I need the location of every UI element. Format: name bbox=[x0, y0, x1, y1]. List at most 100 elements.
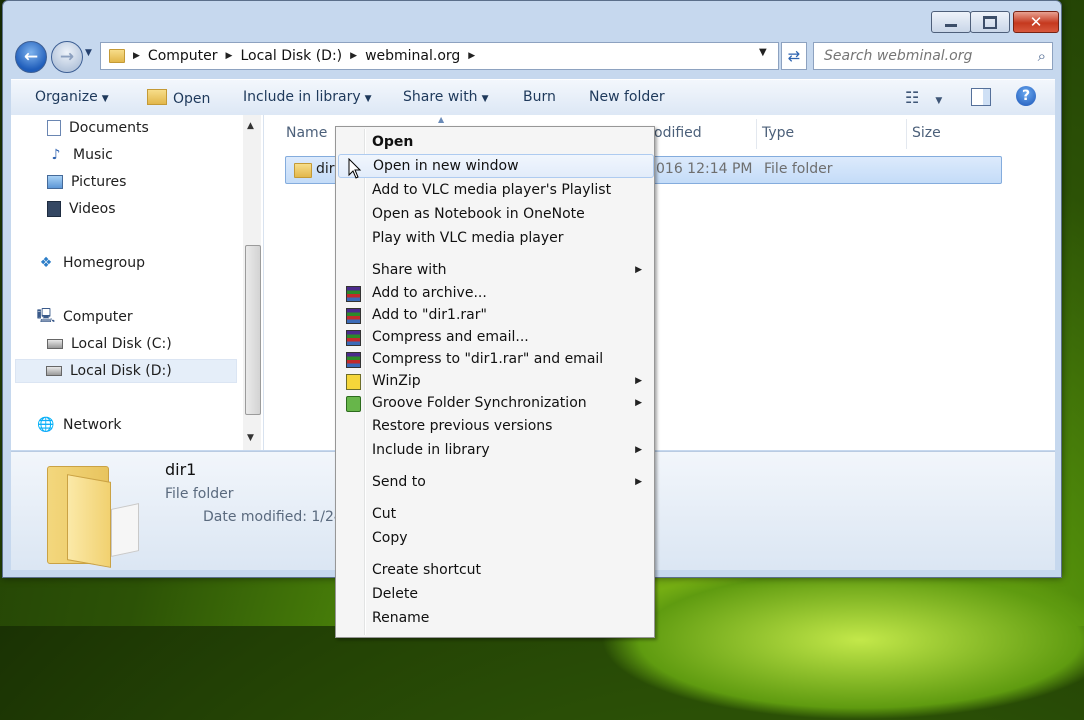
breadcrumb-webminal[interactable]: webminal.org bbox=[359, 48, 466, 64]
menu-item-winzip[interactable]: WinZip ▶ bbox=[338, 370, 652, 392]
nav-item-label: Pictures bbox=[71, 174, 127, 190]
nav-item-local-disk-c[interactable]: Local Disk (C:) bbox=[47, 336, 172, 352]
recent-pages-dropdown[interactable]: ▼ bbox=[85, 48, 92, 58]
menu-item-label: Create shortcut bbox=[372, 562, 482, 578]
breadcrumb-computer[interactable]: Computer bbox=[142, 48, 224, 64]
menu-item-add-to-archive[interactable]: Add to archive... bbox=[338, 282, 652, 304]
help-icon[interactable]: ? bbox=[1016, 86, 1036, 106]
menu-item-label: Cut bbox=[372, 506, 397, 522]
command-bar: Organize ▼ Open Include in library ▼ Share… bbox=[11, 79, 1055, 117]
column-header-size[interactable]: Size bbox=[912, 125, 941, 141]
menu-item-include-in-library[interactable]: Include in library ▶ bbox=[338, 439, 652, 461]
address-bar[interactable]: ▶ Computer ▶ Local Disk (D:) ▶ webminal.… bbox=[100, 42, 779, 70]
refresh-button[interactable]: ⇄ bbox=[781, 42, 807, 70]
submenu-arrow-icon: ▶ bbox=[635, 445, 642, 455]
nav-item-documents[interactable]: Documents bbox=[47, 120, 149, 136]
menu-item-label: Compress to "dir1.rar" and email bbox=[372, 351, 604, 367]
menu-item-label: Rename bbox=[372, 610, 430, 626]
videos-icon bbox=[47, 201, 61, 217]
nav-item-label: Music bbox=[73, 147, 113, 163]
search-box[interactable]: ⌕ bbox=[813, 42, 1053, 70]
column-divider[interactable] bbox=[756, 119, 757, 149]
maximize-button[interactable] bbox=[970, 11, 1010, 33]
menu-item-compress-to-rar-and-email[interactable]: Compress to "dir1.rar" and email bbox=[338, 348, 652, 370]
menu-item-add-to-vlc-playlist[interactable]: Add to VLC media player's Playlist bbox=[338, 179, 652, 201]
navigation-pane: Documents ♪ Music Pictures Videos ❖ Home… bbox=[11, 115, 264, 450]
new-folder-button[interactable]: New folder bbox=[589, 89, 665, 105]
menu-item-send-to[interactable]: Send to ▶ bbox=[338, 471, 652, 493]
music-icon: ♪ bbox=[51, 147, 61, 163]
nav-item-music[interactable]: ♪ Music bbox=[47, 147, 113, 163]
chevron-down-icon: ▼ bbox=[481, 94, 489, 104]
column-header-name[interactable]: Name bbox=[286, 125, 327, 141]
forward-button[interactable]: → bbox=[51, 41, 83, 73]
winzip-icon bbox=[346, 374, 361, 390]
menu-item-delete[interactable]: Delete bbox=[338, 583, 652, 605]
menu-item-open-as-onenote-notebook[interactable]: Open as Notebook in OneNote bbox=[338, 203, 652, 225]
nav-item-label: Computer bbox=[63, 309, 133, 325]
nav-item-label: Local Disk (D:) bbox=[70, 363, 172, 379]
winrar-icon bbox=[346, 308, 361, 324]
scroll-up-icon[interactable]: ▲ bbox=[247, 121, 254, 131]
back-arrow-icon: ← bbox=[23, 47, 39, 67]
folder-icon bbox=[109, 49, 125, 63]
back-button[interactable]: ← bbox=[15, 41, 47, 73]
forward-arrow-icon: → bbox=[59, 47, 75, 67]
close-button[interactable]: ✕ bbox=[1013, 11, 1059, 33]
nav-item-videos[interactable]: Videos bbox=[47, 201, 116, 217]
menu-item-compress-and-email[interactable]: Compress and email... bbox=[338, 326, 652, 348]
include-in-library-button[interactable]: Include in library ▼ bbox=[243, 89, 372, 105]
search-icon[interactable]: ⌕ bbox=[1038, 47, 1046, 65]
open-button[interactable]: Open bbox=[147, 89, 210, 107]
change-view-button[interactable]: ☷ ▼ bbox=[905, 88, 942, 107]
menu-item-groove-folder-sync[interactable]: Groove Folder Synchronization ▶ bbox=[338, 392, 652, 414]
search-input[interactable] bbox=[822, 47, 1026, 65]
folder-icon bbox=[294, 163, 312, 178]
nav-item-homegroup[interactable]: ❖ Homegroup bbox=[37, 255, 145, 271]
preview-pane-icon[interactable] bbox=[971, 88, 991, 106]
menu-item-label: Add to VLC media player's Playlist bbox=[372, 182, 612, 198]
minimize-button[interactable] bbox=[931, 11, 971, 33]
nav-item-label: Network bbox=[63, 417, 122, 433]
nav-item-label: Local Disk (C:) bbox=[71, 336, 172, 352]
column-header-date-modified[interactable]: odified bbox=[654, 125, 702, 141]
scroll-thumb[interactable] bbox=[245, 245, 261, 415]
details-date-modified: Date modified: 1/24 bbox=[203, 509, 343, 525]
nav-item-network[interactable]: 🌐 Network bbox=[37, 417, 121, 433]
chevron-right-icon[interactable]: ▶ bbox=[131, 51, 142, 61]
menu-item-add-to-dir1-rar[interactable]: Add to "dir1.rar" bbox=[338, 304, 652, 326]
column-divider[interactable] bbox=[906, 119, 907, 149]
menu-item-cut[interactable]: Cut bbox=[338, 503, 652, 525]
column-header-type[interactable]: Type bbox=[762, 125, 794, 141]
folder-open-icon bbox=[147, 89, 167, 105]
menu-item-open[interactable]: Open bbox=[338, 131, 652, 153]
organize-button[interactable]: Organize ▼ bbox=[35, 89, 109, 105]
share-with-button[interactable]: Share with ▼ bbox=[403, 89, 488, 105]
chevron-right-icon[interactable]: ▶ bbox=[224, 51, 235, 61]
title-bar[interactable]: ✕ bbox=[3, 1, 1061, 37]
large-folder-icon bbox=[47, 458, 139, 568]
nav-item-computer[interactable]: 🖳 Computer bbox=[36, 308, 133, 325]
menu-item-share-with[interactable]: Share with ▶ bbox=[338, 259, 652, 281]
nav-item-pictures[interactable]: Pictures bbox=[47, 174, 126, 190]
menu-item-play-with-vlc[interactable]: Play with VLC media player bbox=[338, 227, 652, 249]
chevron-right-icon[interactable]: ▶ bbox=[466, 51, 477, 61]
scroll-down-icon[interactable]: ▼ bbox=[247, 433, 254, 443]
breadcrumb-local-disk-d[interactable]: Local Disk (D:) bbox=[234, 48, 348, 64]
details-type: File folder bbox=[165, 486, 234, 502]
menu-item-open-in-new-window[interactable]: Open in new window bbox=[338, 154, 654, 178]
menu-item-label: Restore previous versions bbox=[372, 418, 553, 434]
menu-item-copy[interactable]: Copy bbox=[338, 527, 652, 549]
file-type: File folder bbox=[764, 161, 833, 177]
computer-icon: 🖳 bbox=[36, 308, 56, 324]
nav-scrollbar[interactable]: ▲ ▼ bbox=[243, 115, 261, 450]
menu-item-label: Include in library bbox=[372, 442, 490, 458]
address-history-dropdown[interactable]: ▼ bbox=[759, 47, 767, 58]
nav-item-local-disk-d[interactable]: Local Disk (D:) bbox=[15, 359, 237, 383]
burn-button[interactable]: Burn bbox=[523, 89, 556, 105]
nav-item-label: Documents bbox=[69, 120, 149, 136]
menu-item-create-shortcut[interactable]: Create shortcut bbox=[338, 559, 652, 581]
documents-icon bbox=[47, 120, 61, 136]
menu-item-restore-previous-versions[interactable]: Restore previous versions bbox=[338, 415, 652, 437]
chevron-right-icon[interactable]: ▶ bbox=[348, 51, 359, 61]
